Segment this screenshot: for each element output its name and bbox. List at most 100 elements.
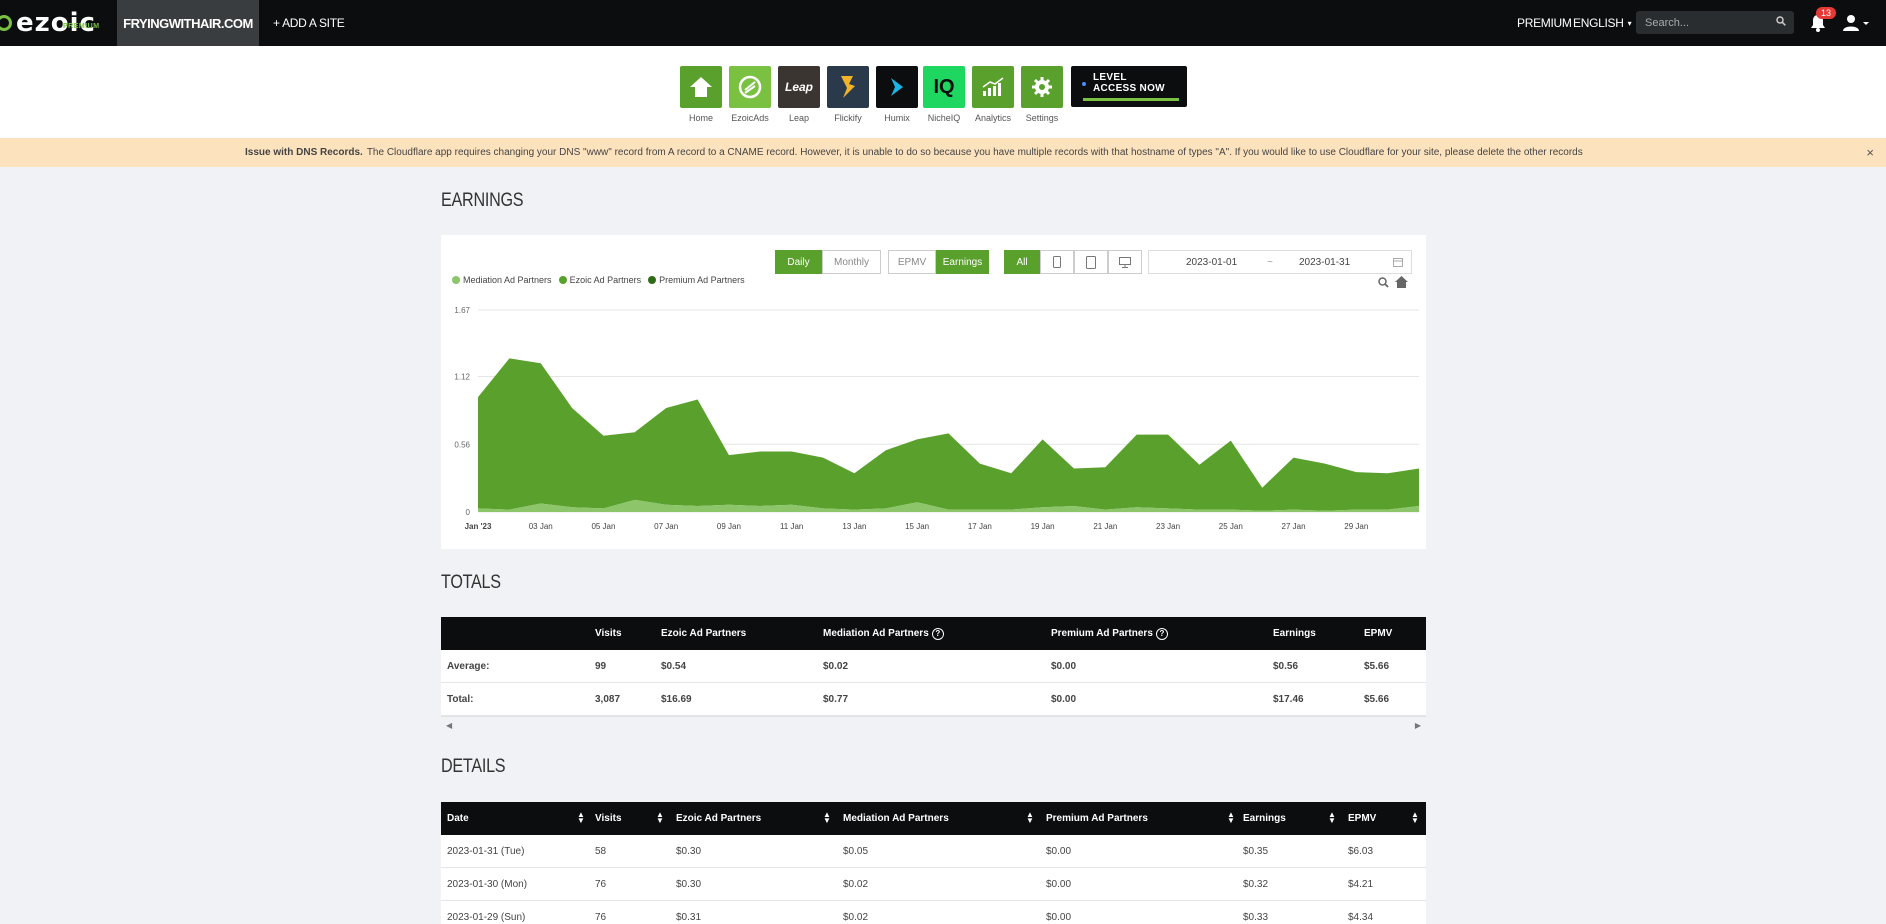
app-settings[interactable]: Settings bbox=[1021, 66, 1063, 123]
site-selector[interactable]: FRYINGWITHAIR.COM bbox=[117, 0, 259, 46]
table-row: 2023-01-31 (Tue) 58 $0.30 $0.05 $0.00 $0… bbox=[441, 835, 1426, 868]
banner-bar bbox=[1083, 98, 1179, 101]
earnings-toggle[interactable]: Earnings bbox=[936, 250, 989, 274]
sort-icon[interactable]: ▲ ▼ bbox=[656, 811, 664, 825]
col-header-epmv: EPMV bbox=[1364, 628, 1393, 639]
sort-icon[interactable]: ▲ ▼ bbox=[1227, 811, 1235, 825]
scroll-left-icon[interactable]: ◀ bbox=[446, 721, 452, 730]
date-from: 2023-01-01 bbox=[1186, 257, 1238, 268]
col-header-ezoic[interactable]: Ezoic Ad Partners bbox=[676, 802, 761, 835]
cell-date: 2023-01-30 (Mon) bbox=[447, 879, 528, 890]
app-launcher-strip: Home EzoicAds Leap Leap Flickify Humix I… bbox=[0, 46, 1886, 138]
epmv-toggle[interactable]: EPMV bbox=[888, 250, 936, 274]
level-access-banner[interactable]: LEVEL ACCESS NOW bbox=[1071, 66, 1187, 107]
row-label: Average: bbox=[447, 661, 490, 672]
table-row: Total: 3,087 $16.69 $0.77 $0.00 $17.46 $… bbox=[441, 683, 1426, 716]
legend-item-premium[interactable]: Premium Ad Partners bbox=[648, 275, 745, 285]
details-table: Date ▲ ▼ Visits ▲ ▼ Ezoic Ad Partners ▲ ▼ M… bbox=[441, 802, 1426, 924]
col-header-mediation[interactable]: Mediation Ad Partners bbox=[843, 802, 949, 835]
top-navbar: ezoic PREMIUM FRYINGWITHAIR.COM + ADD A … bbox=[0, 0, 1886, 46]
app-analytics[interactable]: Analytics bbox=[972, 66, 1014, 123]
totals-horizontal-scrollbar[interactable]: ◀ ▶ bbox=[441, 716, 1426, 734]
mobile-device-toggle[interactable] bbox=[1040, 250, 1074, 274]
leap-icon: Leap bbox=[778, 66, 820, 108]
date-range-picker[interactable]: 2023-01-01 ~ 2023-01-31 bbox=[1148, 250, 1412, 274]
caret-down-icon: ▾ bbox=[1627, 18, 1632, 28]
app-ezoicads[interactable]: EzoicAds bbox=[729, 66, 771, 123]
search-input[interactable]: Search... bbox=[1636, 11, 1794, 34]
logo-mark-icon bbox=[0, 15, 12, 31]
nicheiq-icon: IQ bbox=[923, 66, 965, 108]
col-header-earnings[interactable]: Earnings bbox=[1243, 802, 1286, 835]
logo-premium-label: PREMIUM bbox=[63, 23, 100, 30]
premium-link[interactable]: PREMIUM bbox=[1517, 0, 1572, 46]
col-header-epmv[interactable]: EPMV bbox=[1348, 802, 1376, 835]
x-tick-label: 25 Jan bbox=[1219, 522, 1243, 531]
desktop-icon bbox=[1119, 256, 1131, 268]
flickify-icon bbox=[827, 66, 869, 108]
close-icon[interactable]: × bbox=[1866, 145, 1874, 160]
app-home[interactable]: Home bbox=[680, 66, 722, 123]
daily-toggle[interactable]: Daily bbox=[775, 250, 822, 274]
search-placeholder: Search... bbox=[1645, 16, 1690, 29]
sort-icon[interactable]: ▲ ▼ bbox=[1411, 811, 1419, 825]
legend-item-ezoic[interactable]: Ezoic Ad Partners bbox=[558, 275, 641, 285]
col-header-visits[interactable]: Visits bbox=[595, 802, 622, 835]
help-icon[interactable]: ? bbox=[1155, 627, 1168, 640]
cell: $0.00 bbox=[1051, 694, 1077, 705]
cell: $0.31 bbox=[676, 912, 702, 923]
legend-swatch bbox=[452, 276, 460, 284]
x-tick-label: Jan '23 bbox=[465, 522, 492, 531]
sort-icon[interactable]: ▲ ▼ bbox=[1328, 811, 1336, 825]
app-leap[interactable]: Leap Leap bbox=[778, 66, 820, 123]
y-tick-label: 0 bbox=[466, 508, 471, 517]
cell: $0.02 bbox=[823, 661, 849, 672]
zoom-icon[interactable] bbox=[1378, 277, 1389, 288]
app-label: Settings bbox=[1025, 113, 1059, 123]
search-icon[interactable] bbox=[1776, 16, 1786, 26]
x-tick-label: 19 Jan bbox=[1031, 522, 1055, 531]
scroll-right-icon[interactable]: ▶ bbox=[1415, 721, 1421, 730]
help-icon[interactable]: ? bbox=[931, 627, 944, 640]
cell: $17.46 bbox=[1273, 694, 1304, 705]
x-tick-label: 13 Jan bbox=[842, 522, 866, 531]
col-header-visits: Visits bbox=[595, 628, 622, 639]
col-header-date[interactable]: Date bbox=[447, 802, 469, 835]
sort-icon[interactable]: ▲ ▼ bbox=[1026, 811, 1034, 825]
sort-icon[interactable]: ▲ ▼ bbox=[577, 811, 585, 825]
language-dropdown[interactable]: ENGLISH ▾ bbox=[1573, 0, 1632, 46]
table-row: Average: 99 $0.54 $0.02 $0.00 $0.56 $5.6… bbox=[441, 650, 1426, 683]
app-nicheiq[interactable]: IQ NicheIQ bbox=[923, 66, 965, 123]
table-row: 2023-01-30 (Mon) 76 $0.30 $0.02 $0.00 $0… bbox=[441, 868, 1426, 901]
banner-line2: ACCESS NOW bbox=[1093, 83, 1165, 94]
cell: $4.21 bbox=[1348, 879, 1374, 890]
cell: 58 bbox=[595, 846, 607, 857]
earnings-chart-card: 0 0.56 1.12 1.67 Jan '23 03 Jan 05 Jan 07 Jan 09… bbox=[441, 235, 1426, 549]
cell-date: 2023-01-31 (Tue) bbox=[447, 846, 525, 857]
cell: $0.00 bbox=[1046, 846, 1072, 857]
cell: $0.54 bbox=[661, 661, 687, 672]
app-humix[interactable]: Humix bbox=[876, 66, 918, 123]
cell: $6.03 bbox=[1348, 846, 1374, 857]
app-flickify[interactable]: Flickify bbox=[827, 66, 869, 123]
col-header-ezoic: Ezoic Ad Partners bbox=[661, 628, 747, 639]
reset-zoom-home-icon[interactable] bbox=[1395, 276, 1408, 288]
all-devices-toggle[interactable]: All bbox=[1004, 250, 1040, 274]
legend-item-mediation[interactable]: Mediation Ad Partners bbox=[452, 275, 552, 285]
cell-date: 2023-01-29 (Sun) bbox=[447, 912, 526, 923]
tablet-device-toggle[interactable] bbox=[1074, 250, 1108, 274]
col-header-premium[interactable]: Premium Ad Partners bbox=[1046, 802, 1148, 835]
tablet-icon bbox=[1086, 255, 1096, 269]
user-menu[interactable] bbox=[1843, 14, 1869, 37]
sort-icon[interactable]: ▲ ▼ bbox=[823, 811, 831, 825]
banner-dot bbox=[1082, 82, 1086, 86]
cell: $4.34 bbox=[1348, 912, 1374, 923]
home-icon bbox=[680, 66, 722, 108]
cell: $16.69 bbox=[661, 694, 692, 705]
desktop-device-toggle[interactable] bbox=[1108, 250, 1142, 274]
totals-header-row: Visits Ezoic Ad Partners Mediation Ad Pa… bbox=[441, 617, 1426, 650]
x-tick-label: 15 Jan bbox=[905, 522, 929, 531]
add-site-link[interactable]: + ADD A SITE bbox=[273, 0, 345, 46]
cell: $0.02 bbox=[843, 879, 869, 890]
monthly-toggle[interactable]: Monthly bbox=[822, 250, 881, 274]
